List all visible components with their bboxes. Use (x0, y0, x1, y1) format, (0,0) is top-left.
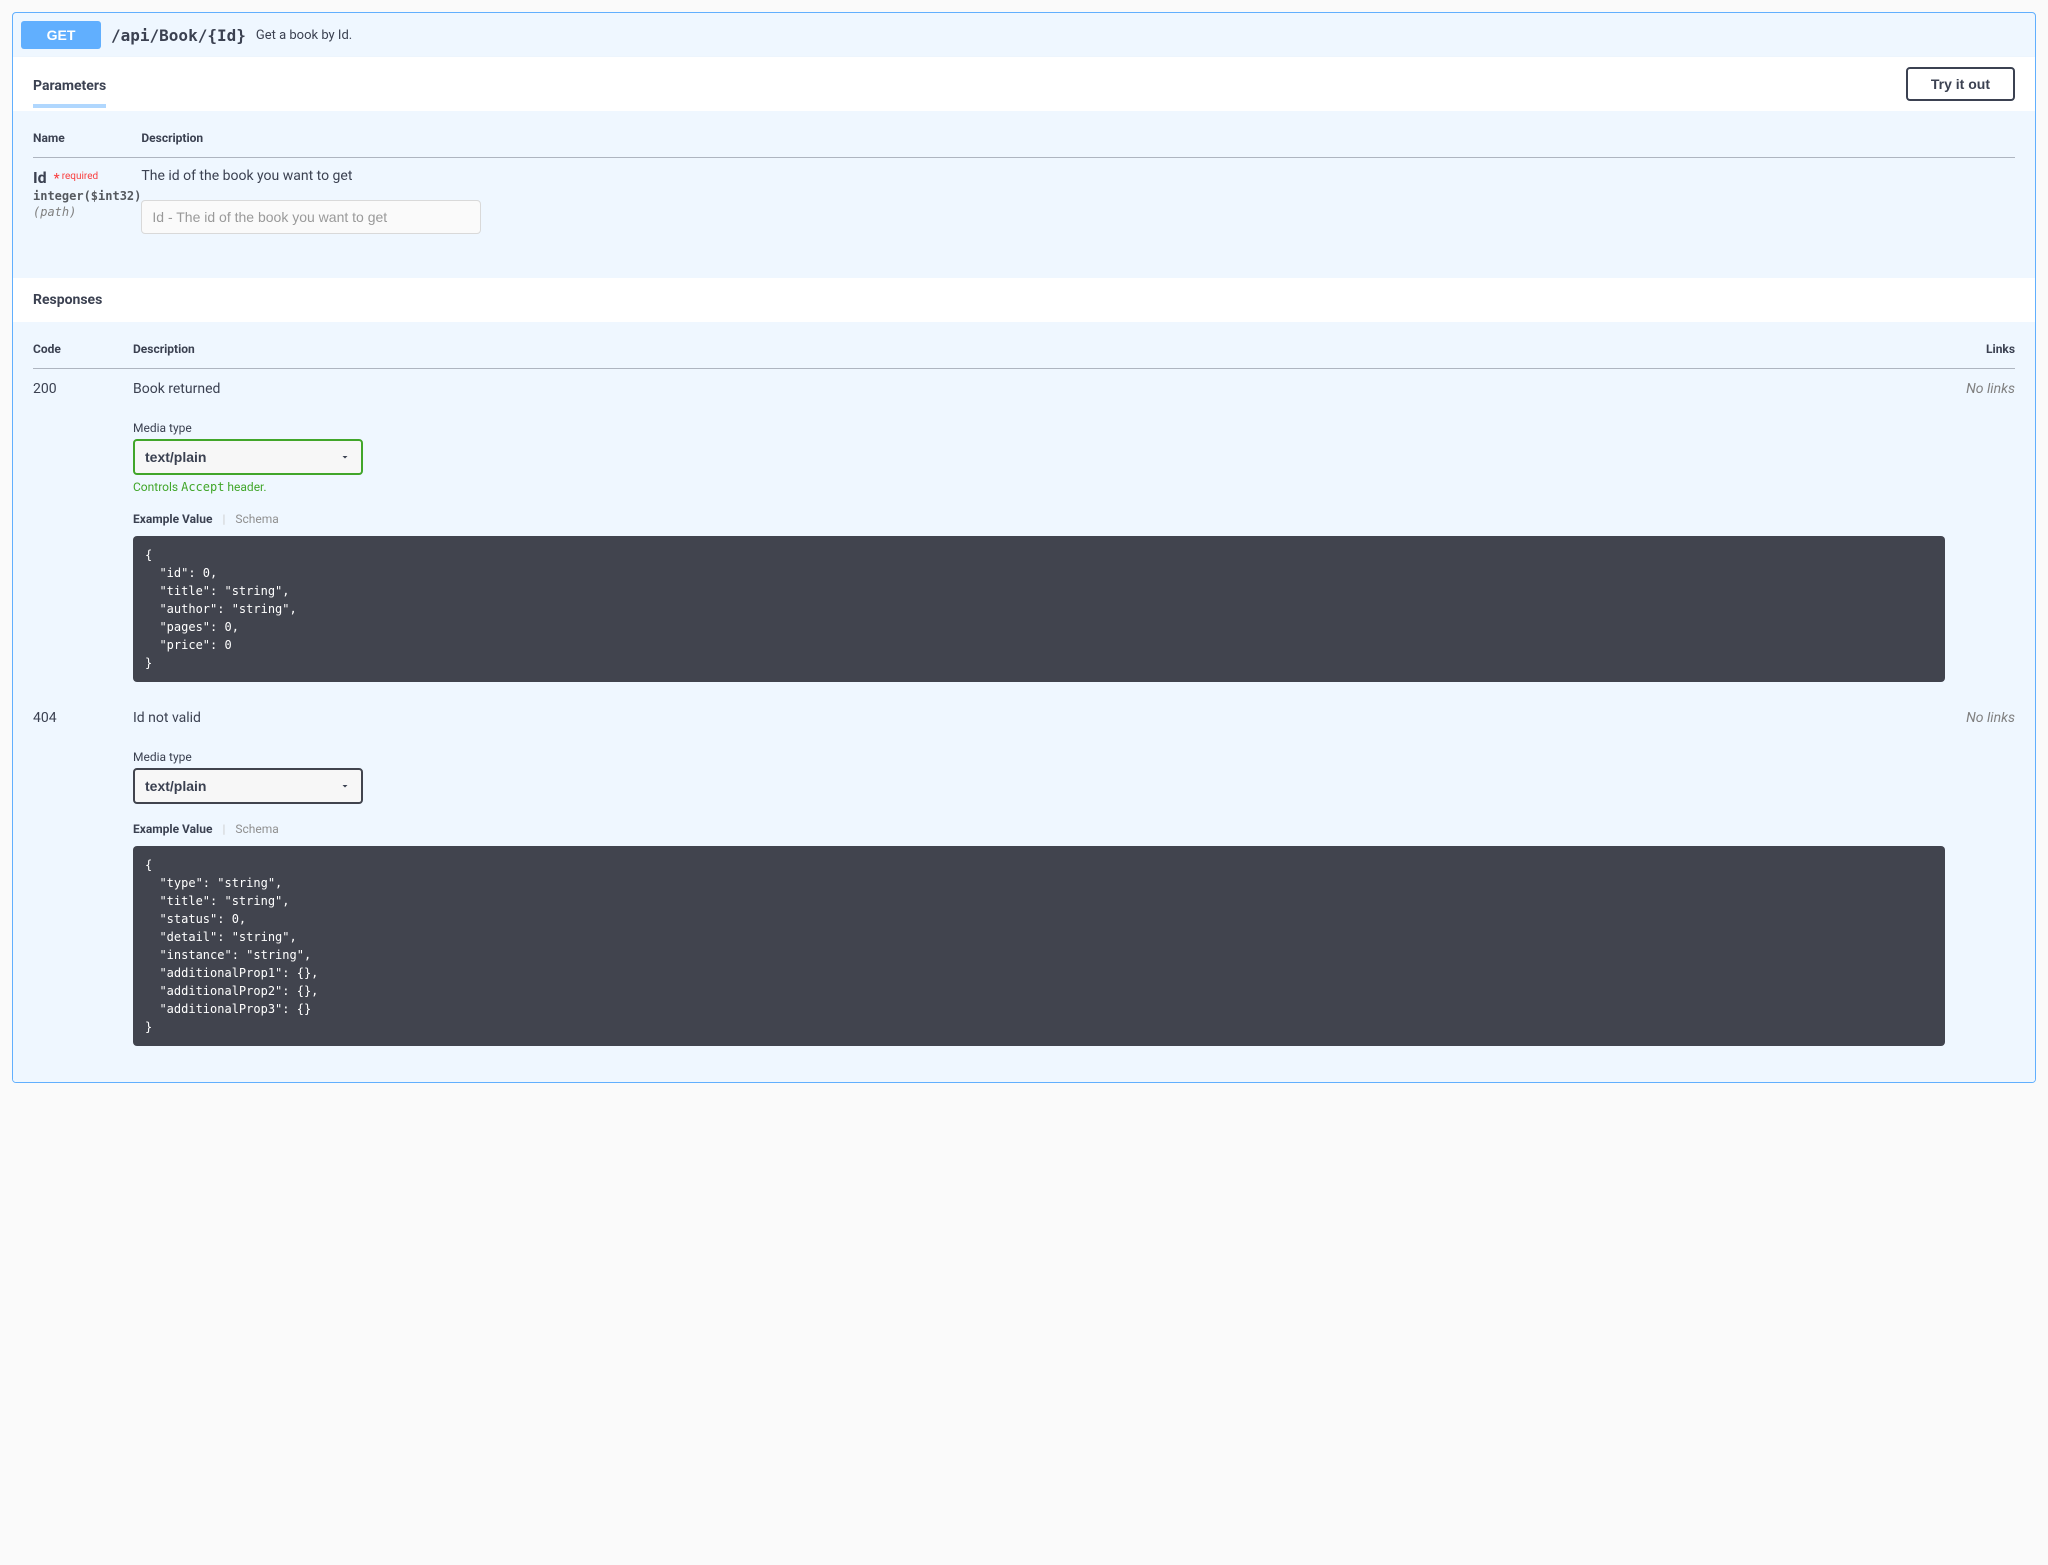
responses-section: Code Description Links 200 Book returned… (13, 322, 2035, 1082)
parameters-title: Parameters (33, 70, 106, 98)
param-in: (path) (33, 203, 141, 219)
parameters-section: Name Description Id *required integer($i… (13, 111, 2035, 278)
response-header-links: Links (1945, 342, 2015, 369)
operation-block: GET /api/Book/{Id} Get a book by Id. Par… (12, 12, 2036, 1083)
example-code-block-200[interactable]: { "id": 0, "title": "string", "author": … (133, 536, 1945, 682)
tab-example-value[interactable]: Example Value (133, 512, 212, 526)
response-code: 200 (33, 369, 133, 699)
tab-separator: | (222, 512, 225, 526)
operation-header[interactable]: GET /api/Book/{Id} Get a book by Id. (13, 13, 2035, 57)
response-row: 404 Id not valid Media type text/plain E… (33, 698, 2015, 1062)
operation-path: /api/Book/{Id} (111, 26, 246, 45)
responses-title: Responses (13, 278, 2035, 322)
response-links: No links (1945, 369, 2015, 699)
accept-header-hint: Controls Accept header. (133, 475, 1945, 494)
tab-schema[interactable]: Schema (235, 512, 278, 526)
param-name: Id (33, 168, 47, 187)
parameters-table: Name Description Id *required integer($i… (33, 131, 2015, 258)
required-label: required (60, 171, 98, 182)
tab-example-value[interactable]: Example Value (133, 822, 212, 836)
response-header-description: Description (133, 342, 1945, 369)
operation-body: Parameters Try it out Name Description I… (13, 57, 2035, 1082)
param-input-id[interactable] (141, 200, 481, 234)
param-format: ($int32) (84, 189, 142, 203)
parameter-row: Id *required integer($int32) (path) The … (33, 158, 2015, 259)
param-header-name: Name (33, 131, 141, 158)
response-description: Id not valid (133, 710, 1945, 750)
response-links: No links (1945, 698, 2015, 1062)
param-description: The id of the book you want to get (141, 168, 2015, 200)
response-header-code: Code (33, 342, 133, 369)
response-description: Book returned (133, 381, 1945, 421)
response-code: 404 (33, 698, 133, 1062)
responses-table: Code Description Links 200 Book returned… (33, 342, 2015, 1062)
media-type-label: Media type (133, 421, 1945, 439)
required-star-icon: * (50, 171, 60, 187)
try-it-out-button[interactable]: Try it out (1906, 67, 2015, 101)
media-type-label: Media type (133, 750, 1945, 768)
parameters-header: Parameters Try it out (13, 57, 2035, 111)
example-code-block-404[interactable]: { "type": "string", "title": "string", "… (133, 846, 1945, 1046)
tab-schema[interactable]: Schema (235, 822, 278, 836)
media-type-select-200[interactable]: text/plain (133, 439, 363, 475)
response-row: 200 Book returned Media type text/plain … (33, 369, 2015, 699)
param-type: integer (33, 189, 84, 203)
param-header-description: Description (141, 131, 2015, 158)
operation-summary: Get a book by Id. (256, 28, 352, 43)
media-type-select-404[interactable]: text/plain (133, 768, 363, 804)
tab-separator: | (222, 822, 225, 836)
method-badge: GET (21, 21, 101, 49)
